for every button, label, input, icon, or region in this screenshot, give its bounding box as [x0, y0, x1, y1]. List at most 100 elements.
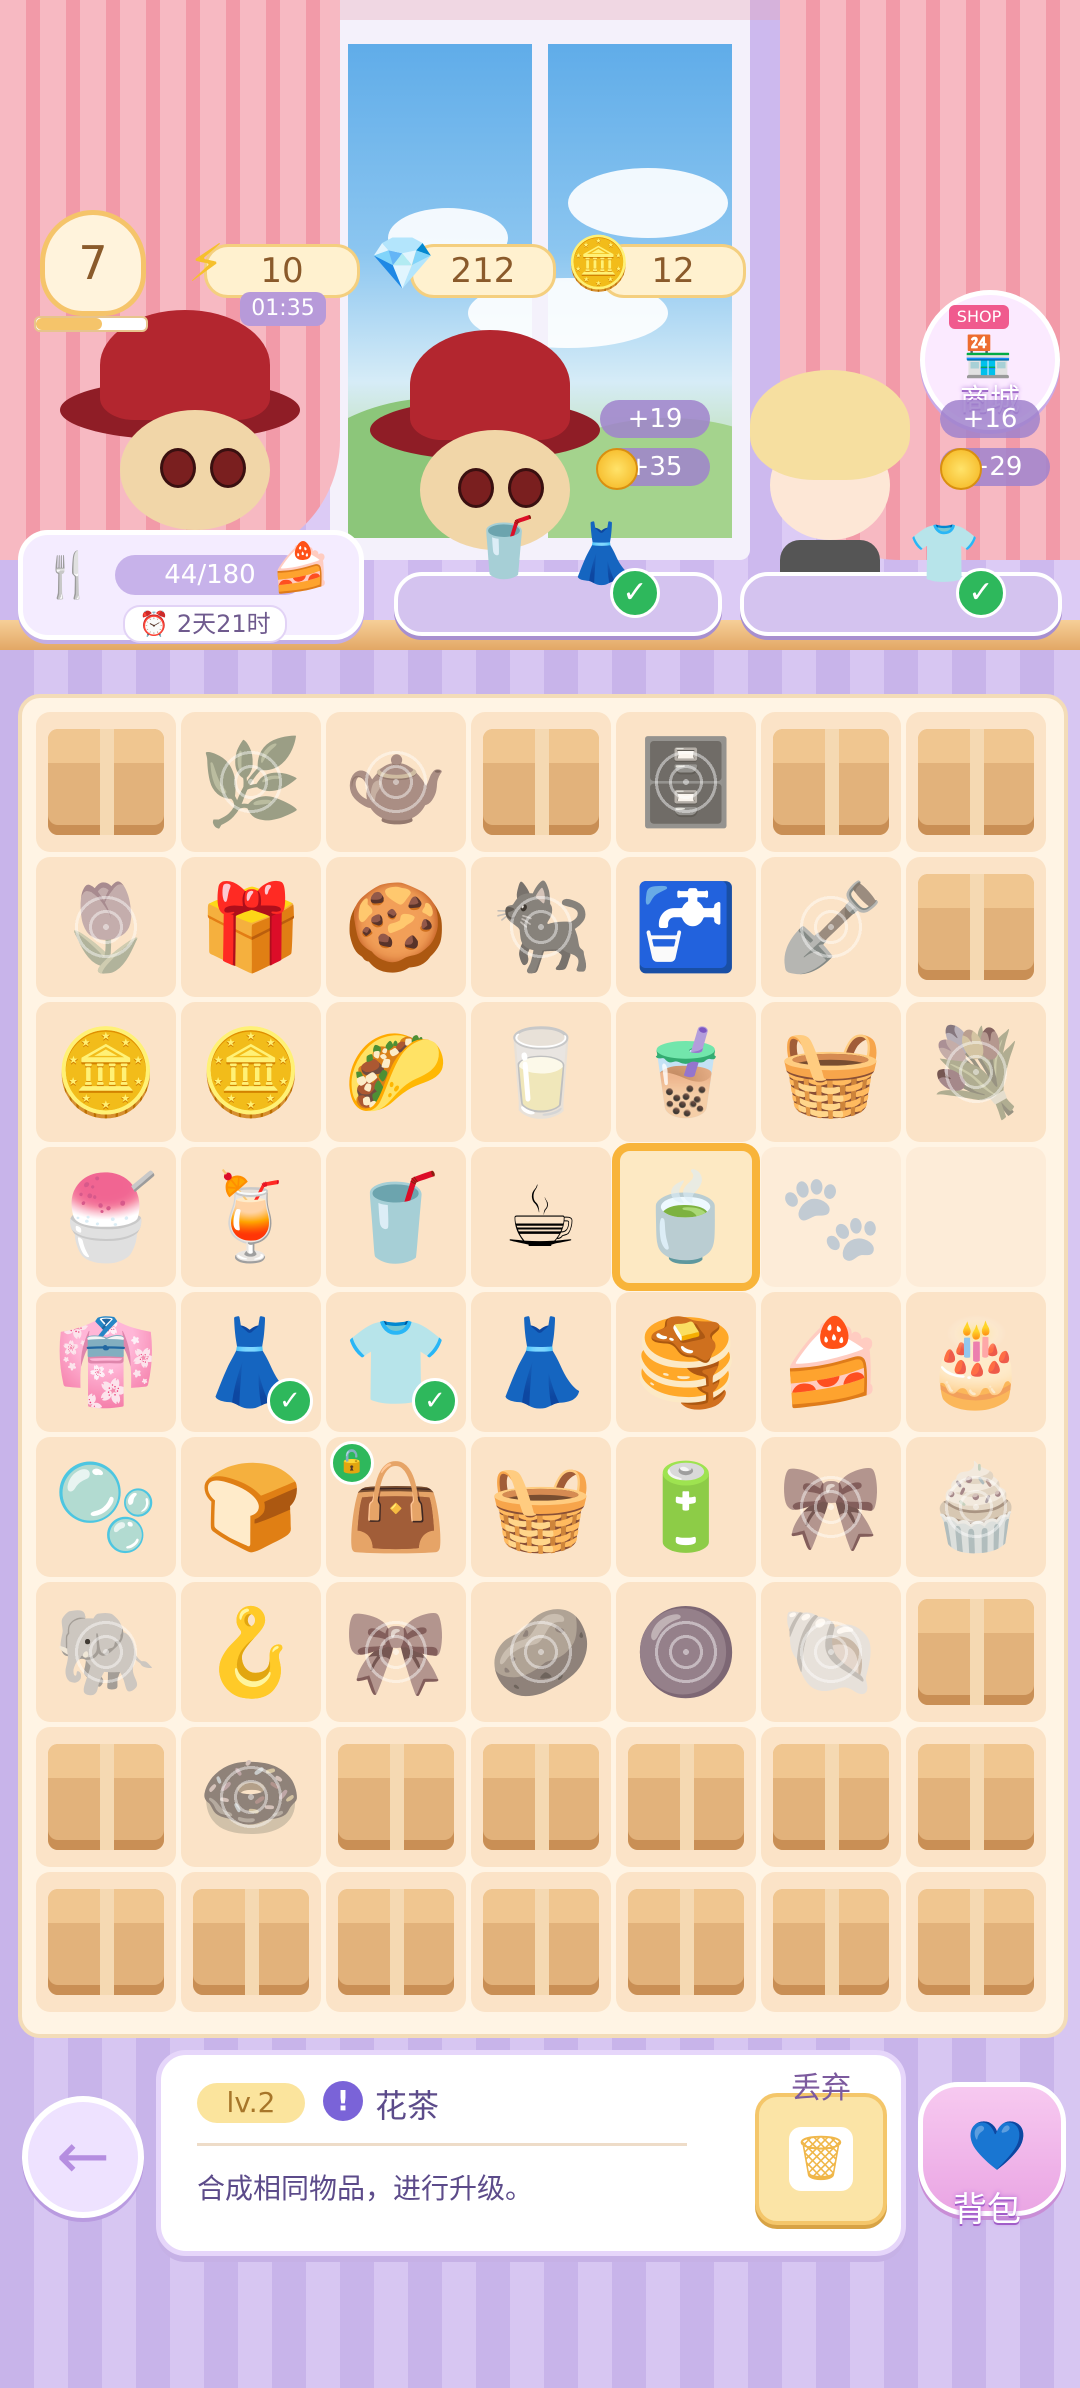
locked-box-cell[interactable]: [906, 712, 1046, 852]
item-cell[interactable]: 🥛: [471, 1002, 611, 1142]
item-cell[interactable]: 🍵: [612, 1143, 760, 1291]
witch-cat-character-1[interactable]: [60, 300, 310, 530]
trash-icon: 🗑: [789, 2127, 853, 2191]
locked-box-cell[interactable]: [471, 1872, 611, 2012]
item-cell[interactable]: 👜 🔓: [326, 1437, 466, 1577]
locked-box-cell[interactable]: [326, 1727, 466, 1867]
item-cell[interactable]: 🐈‍⬛: [471, 857, 611, 997]
locked-box-cell[interactable]: [181, 1872, 321, 2012]
cardboard-box-icon: [483, 729, 599, 835]
item-cell[interactable]: 👘: [36, 1292, 176, 1432]
locked-box-cell[interactable]: [761, 1727, 901, 1867]
item-cell[interactable]: 🪏: [761, 857, 901, 997]
coin-icon: [596, 448, 638, 490]
item-cell[interactable]: 🥤: [326, 1147, 466, 1287]
event-time-left: 2天21时: [176, 610, 271, 638]
item-cell[interactable]: 🍧: [36, 1147, 176, 1287]
item-cell[interactable]: 🌷: [36, 857, 176, 997]
item-cell[interactable]: 🔋: [616, 1437, 756, 1577]
locked-box-cell[interactable]: [906, 1872, 1046, 2012]
item-cell[interactable]: 🎀: [326, 1582, 466, 1722]
xp-bar-fill: [36, 318, 102, 330]
merge-item-icon: 🍰: [778, 1313, 884, 1411]
cardboard-box-icon: [773, 1889, 889, 1995]
item-cell[interactable]: 🍹: [181, 1147, 321, 1287]
item-info-icon[interactable]: !: [323, 2081, 363, 2121]
item-cell[interactable]: 🍞: [181, 1437, 321, 1577]
item-cell[interactable]: 👗: [471, 1292, 611, 1432]
item-cell[interactable]: 🫖: [326, 712, 466, 852]
event-progress-card[interactable]: 🍴 44/180 🍰 ⏰ 2天21时: [18, 530, 364, 643]
item-cell[interactable]: 🚰: [616, 857, 756, 997]
cloud: [568, 168, 728, 238]
empty-cell[interactable]: 🐾: [761, 1147, 901, 1287]
order-1-heart-value: +19: [627, 404, 683, 434]
item-cell[interactable]: 🧋: [616, 1002, 756, 1142]
item-cell[interactable]: 🥔: [471, 1582, 611, 1722]
shop-sign: SHOP: [949, 305, 1009, 329]
item-cell[interactable]: 🎀: [761, 1437, 901, 1577]
item-cell[interactable]: 🥞: [616, 1292, 756, 1432]
locked-box-cell[interactable]: [761, 1872, 901, 2012]
merge-item-icon: 🪝: [198, 1603, 304, 1701]
item-cell[interactable]: 👕 ✓: [326, 1292, 466, 1432]
cardboard-box-icon: [773, 1744, 889, 1850]
item-cell[interactable]: 🗄️: [616, 712, 756, 852]
player-level-badge[interactable]: 7: [40, 210, 146, 316]
locked-box-cell[interactable]: [36, 1727, 176, 1867]
item-cell[interactable]: 🪝: [181, 1582, 321, 1722]
merge-item-icon: 🥞: [633, 1313, 739, 1411]
item-cell[interactable]: 🎁: [181, 857, 321, 997]
merge-item-icon: 🗄️: [633, 733, 739, 831]
item-level-badge: lv.2: [197, 2083, 305, 2123]
item-cell[interactable]: 🌮: [326, 1002, 466, 1142]
item-cell[interactable]: 🐘: [36, 1582, 176, 1722]
backpack-button[interactable]: 💙 背包: [912, 2070, 1066, 2230]
locked-box-cell[interactable]: [906, 857, 1046, 997]
locked-box-cell[interactable]: [36, 1872, 176, 2012]
item-cell[interactable]: 🌿: [181, 712, 321, 852]
locked-box-cell[interactable]: [471, 1727, 611, 1867]
order-1-heart-reward: +19: [600, 400, 710, 438]
back-button[interactable]: ←: [22, 2096, 144, 2218]
backpack-label: 背包: [953, 2190, 1021, 2230]
back-arrow-icon: ←: [56, 2120, 110, 2194]
item-cell[interactable]: 🪙: [181, 1002, 321, 1142]
item-cell[interactable]: 🧺: [471, 1437, 611, 1577]
locked-box-cell[interactable]: [471, 712, 611, 852]
merge-item-icon: 🥔: [488, 1603, 594, 1701]
item-cell[interactable]: 🍩: [181, 1727, 321, 1867]
locked-box-cell[interactable]: [761, 712, 901, 852]
item-cell[interactable]: 🧁: [906, 1437, 1046, 1577]
item-cell[interactable]: 🟣: [616, 1582, 756, 1722]
item-cell[interactable]: 💐: [906, 1002, 1046, 1142]
iced-latte-icon: 🥤: [468, 513, 541, 581]
coin-icon: [940, 448, 982, 490]
locked-box-cell[interactable]: [616, 1872, 756, 2012]
locked-box-cell[interactable]: [906, 1727, 1046, 1867]
item-cell[interactable]: 🧺: [761, 1002, 901, 1142]
locked-box-cell[interactable]: [906, 1582, 1046, 1722]
merge-item-icon: 🎂: [923, 1313, 1029, 1411]
order-card-2[interactable]: [740, 572, 1062, 636]
cardboard-box-icon: [48, 729, 164, 835]
locked-box-cell[interactable]: [36, 712, 176, 852]
order-card-1[interactable]: [394, 572, 722, 636]
item-cell[interactable]: 👗 ✓: [181, 1292, 321, 1432]
locked-box-cell[interactable]: [326, 1872, 466, 2012]
item-cell[interactable]: 🫧: [36, 1437, 176, 1577]
item-cell[interactable]: 🍪: [326, 857, 466, 997]
gem-icon: 💎: [370, 234, 435, 294]
locked-box-cell[interactable]: [616, 1727, 756, 1867]
discard-button[interactable]: 丢弃 🗑: [755, 2071, 887, 2225]
merge-item-icon: 👘: [53, 1313, 159, 1411]
item-cell[interactable]: 🐚: [761, 1582, 901, 1722]
item-cell[interactable]: 🪙: [36, 1002, 176, 1142]
merge-item-icon: 🍩: [198, 1748, 304, 1846]
merge-board: 🌿 🫖 🗄️ 🌷 🎁 🍪 🐈‍⬛ 🚰 🪏 🪙 🪙 🌮 🥛 🧋 🧺 💐 🍧 🍹 🥤 ☕ 🍵 🐾 👘 👗 ✓ 👕 ✓ 👗 🥞 🍰 🎂 🫧 🍞 👜 🔓 🧺 🔋…: [18, 694, 1068, 2038]
empty-cell[interactable]: [906, 1147, 1046, 1287]
item-cell[interactable]: ☕: [471, 1147, 611, 1287]
item-cell[interactable]: 🎂: [906, 1292, 1046, 1432]
item-cell[interactable]: 🍰: [761, 1292, 901, 1432]
order-2-heart-reward: +16: [940, 400, 1040, 438]
